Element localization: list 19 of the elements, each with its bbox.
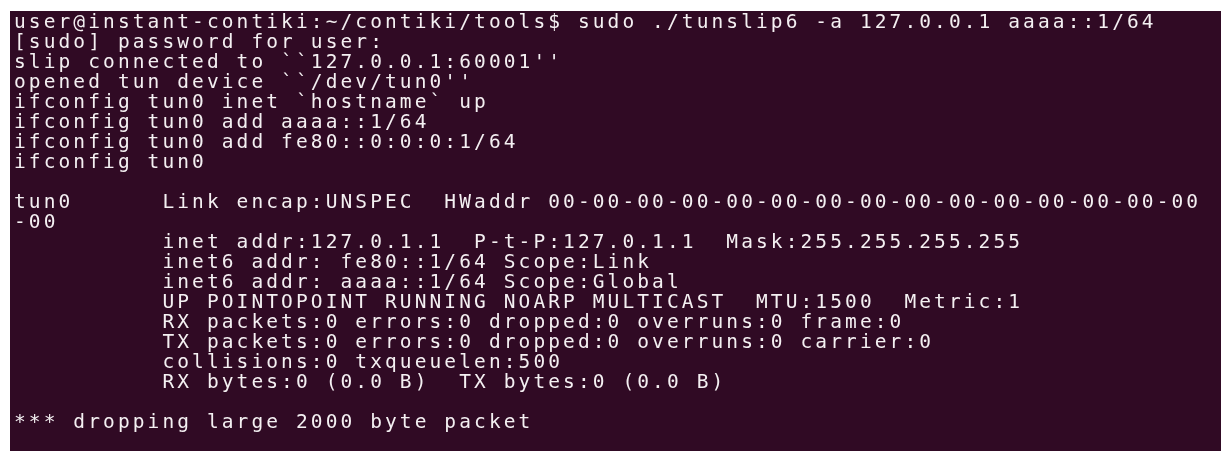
terminal-output-line: opened tun device ``/dev/tun0'': [14, 72, 475, 92]
terminal-output-line: RX bytes:0 (0.0 B) TX bytes:0 (0.0 B): [161, 372, 727, 392]
terminal-output-line: ifconfig tun0: [14, 152, 207, 172]
terminal-output-line: RX packets:0 errors:0 dropped:0 overruns:0 frame:0: [161, 312, 905, 332]
terminal-output-line: ifconfig tun0 add fe80::0:0:0:1/64: [14, 132, 519, 152]
terminal-output-line: inet addr:127.0.1.1 P-t-P:127.0.1.1 Mask:255.255.255.255: [161, 232, 1024, 252]
terminal-output-line: inet6 addr: aaaa::1/64 Scope:Global: [161, 272, 682, 292]
terminal-output-line: ifconfig tun0 inet `hostname` up: [14, 92, 489, 112]
terminal-output-line: collisions:0 txqueuelen:500: [161, 352, 564, 372]
terminal-output-line: TX packets:0 errors:0 dropped:0 overruns:0 carrier:0: [161, 332, 935, 352]
terminal-output-line: ifconfig tun0 add aaaa::1/64: [14, 112, 430, 132]
terminal-output-line: inet6 addr: fe80::1/64 Scope:Link: [161, 252, 653, 272]
terminal-output-line: [sudo] password for user:: [14, 32, 385, 52]
terminal-output-line: user@instant-contiki:~/contiki/tools$ sudo ./tunslip6 -a 127.0.0.1 aaaa::1/64: [14, 12, 1157, 32]
terminal-output-line: UP POINTOPOINT RUNNING NOARP MULTICAST MTU:1500 Metric:1: [161, 292, 1024, 312]
terminal-output-line: tun0 Link encap:UNSPEC HWaddr 00-00-00-00-00-00-00-00-00-00-00-00-00-00-00: [14, 192, 1202, 212]
terminal-output-line: *** dropping large 2000 byte packet: [14, 412, 534, 432]
terminal-output-line: slip connected to ``127.0.0.1:60001'': [14, 52, 564, 72]
terminal-output-line: -00: [14, 212, 59, 232]
